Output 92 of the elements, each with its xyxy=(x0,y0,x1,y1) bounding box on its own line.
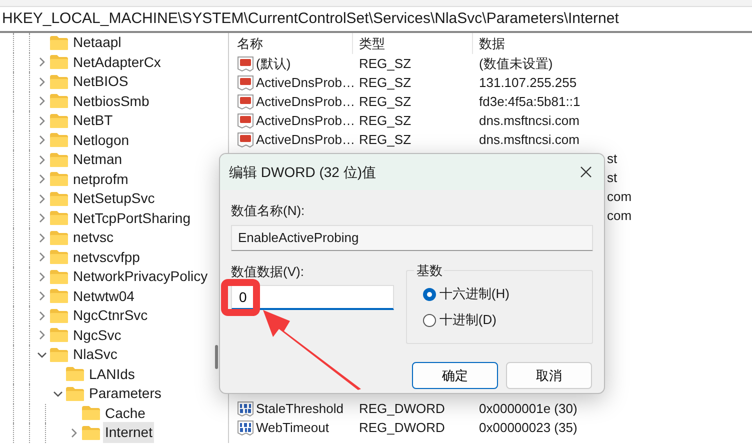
folder-icon xyxy=(49,249,69,266)
folder-icon xyxy=(49,171,69,188)
folder-icon xyxy=(49,74,69,90)
folder-icon xyxy=(49,132,69,148)
folder-icon xyxy=(49,288,69,304)
tree-item[interactable]: LANIds xyxy=(87,364,137,385)
tree-item[interactable]: Cache xyxy=(103,402,148,424)
column-header[interactable]: 名称 xyxy=(237,34,263,54)
folder-icon xyxy=(49,190,69,207)
value-type: REG_SZ xyxy=(358,112,412,130)
tree-item[interactable]: Netaapl xyxy=(71,33,124,54)
field-label: 数值数据(V): xyxy=(231,263,305,281)
grid-icon xyxy=(237,420,254,436)
value-data: dns.msftncsi.com xyxy=(478,112,580,130)
value-type: REG_DWORD xyxy=(358,418,446,437)
tree-item[interactable]: NlaSvc xyxy=(71,344,120,366)
document-icon xyxy=(237,132,254,148)
document-icon xyxy=(237,94,254,110)
radio-button[interactable] xyxy=(423,288,436,300)
folder-icon xyxy=(65,386,85,402)
tree-item[interactable]: NetBIOS xyxy=(71,71,130,92)
document-icon xyxy=(237,112,254,128)
tree-item[interactable]: Netman xyxy=(71,149,124,170)
value-data: st xyxy=(607,168,618,187)
value-type: REG_SZ xyxy=(358,130,412,149)
cancel-button[interactable]: 取消 xyxy=(506,362,592,389)
tree-item[interactable]: NetBT xyxy=(71,110,115,132)
value-type: REG_SZ xyxy=(358,92,412,111)
tree-item[interactable]: NetAdapterCx xyxy=(71,52,163,73)
folder-icon xyxy=(81,424,101,441)
value-name[interactable]: ActiveDnsProb… xyxy=(256,110,355,130)
tree-item[interactable]: NetbiosSmb xyxy=(71,90,152,112)
value-data: 0x0000001e (30) xyxy=(478,400,578,418)
tree-item[interactable]: Netwtw04 xyxy=(71,286,136,307)
folder-icon xyxy=(49,327,69,344)
folder-icon xyxy=(49,268,69,285)
folder-icon xyxy=(49,152,69,168)
value-data: 0x00000023 (35) xyxy=(478,418,578,437)
folder-icon xyxy=(49,54,69,70)
value-type: REG_SZ xyxy=(358,74,412,92)
value-name[interactable]: ActiveDnsProb… xyxy=(256,72,355,92)
tree-item[interactable]: netvsc xyxy=(71,227,116,248)
folder-icon xyxy=(49,112,69,129)
folder-icon xyxy=(49,346,69,363)
document-icon xyxy=(237,56,254,72)
tree-item[interactable]: NgcSvc xyxy=(71,324,124,346)
tree-item[interactable]: Parameters xyxy=(87,383,164,404)
radio-button[interactable] xyxy=(423,314,436,326)
folder-icon xyxy=(81,405,101,422)
folder-icon xyxy=(49,93,69,110)
value-data: (数值未设置) xyxy=(478,54,553,73)
folder-icon xyxy=(49,308,69,324)
scrollbar-thumb[interactable] xyxy=(215,345,218,369)
value-type: REG_SZ xyxy=(358,54,412,73)
ok-button[interactable]: 确定 xyxy=(412,362,498,389)
value-name[interactable]: WebTimeout xyxy=(256,418,329,438)
close-icon xyxy=(580,166,592,178)
value-data: fd3e:4f5a:5b81::1 xyxy=(478,92,580,111)
tree-item[interactable]: NetworkPrivacyPolicy xyxy=(71,266,210,288)
value-data: 131.107.255.255 xyxy=(478,74,577,92)
tree-item[interactable]: NgcCtnrSvc xyxy=(71,305,150,326)
folder-icon xyxy=(49,34,69,51)
value-data: com xyxy=(607,188,632,206)
tree-item[interactable]: NetSetupSvc xyxy=(71,188,157,210)
value-data: st xyxy=(607,150,618,168)
value-name[interactable]: ActiveDnsProb… xyxy=(256,92,355,112)
folder-icon xyxy=(65,366,85,382)
dialog-title: 编辑 DWORD (32 位)值 xyxy=(229,162,376,182)
tree-item[interactable]: netvscvfpp xyxy=(71,246,142,268)
grid-icon xyxy=(237,400,254,416)
folder-icon xyxy=(49,210,69,226)
field-label: 数值名称(N): xyxy=(231,202,306,220)
tree-item[interactable]: netprofm xyxy=(71,168,130,190)
value-name[interactable]: (默认) xyxy=(256,54,291,74)
radio-label[interactable]: 十六进制(H) xyxy=(439,284,510,304)
radio-label[interactable]: 十进制(D) xyxy=(439,310,496,330)
value-name[interactable]: StaleThreshold xyxy=(256,398,344,418)
tree-item[interactable]: Netlogon xyxy=(71,130,132,151)
value-data-field[interactable]: 0 xyxy=(231,285,394,310)
value-name[interactable]: ActiveDnsProb… xyxy=(256,130,355,150)
column-header[interactable]: 类型 xyxy=(359,34,385,54)
highlight-box xyxy=(221,279,260,316)
column-header[interactable]: 数据 xyxy=(479,34,505,54)
tree-item[interactable]: Internet xyxy=(103,422,154,443)
document-icon xyxy=(237,74,254,90)
value-data: com xyxy=(607,206,632,225)
value-name-field[interactable]: EnableActiveProbing xyxy=(231,225,593,251)
value-type: REG_DWORD xyxy=(358,400,446,418)
address-path[interactable]: HKEY_LOCAL_MACHINE\SYSTEM\CurrentControlSet\Services\NlaSvc\Parameters\Internet xyxy=(2,8,619,30)
tree-item[interactable]: NetTcpPortSharing xyxy=(71,208,193,229)
value-data: dns.msftncsi.com xyxy=(478,130,580,149)
folder-icon xyxy=(49,230,69,246)
